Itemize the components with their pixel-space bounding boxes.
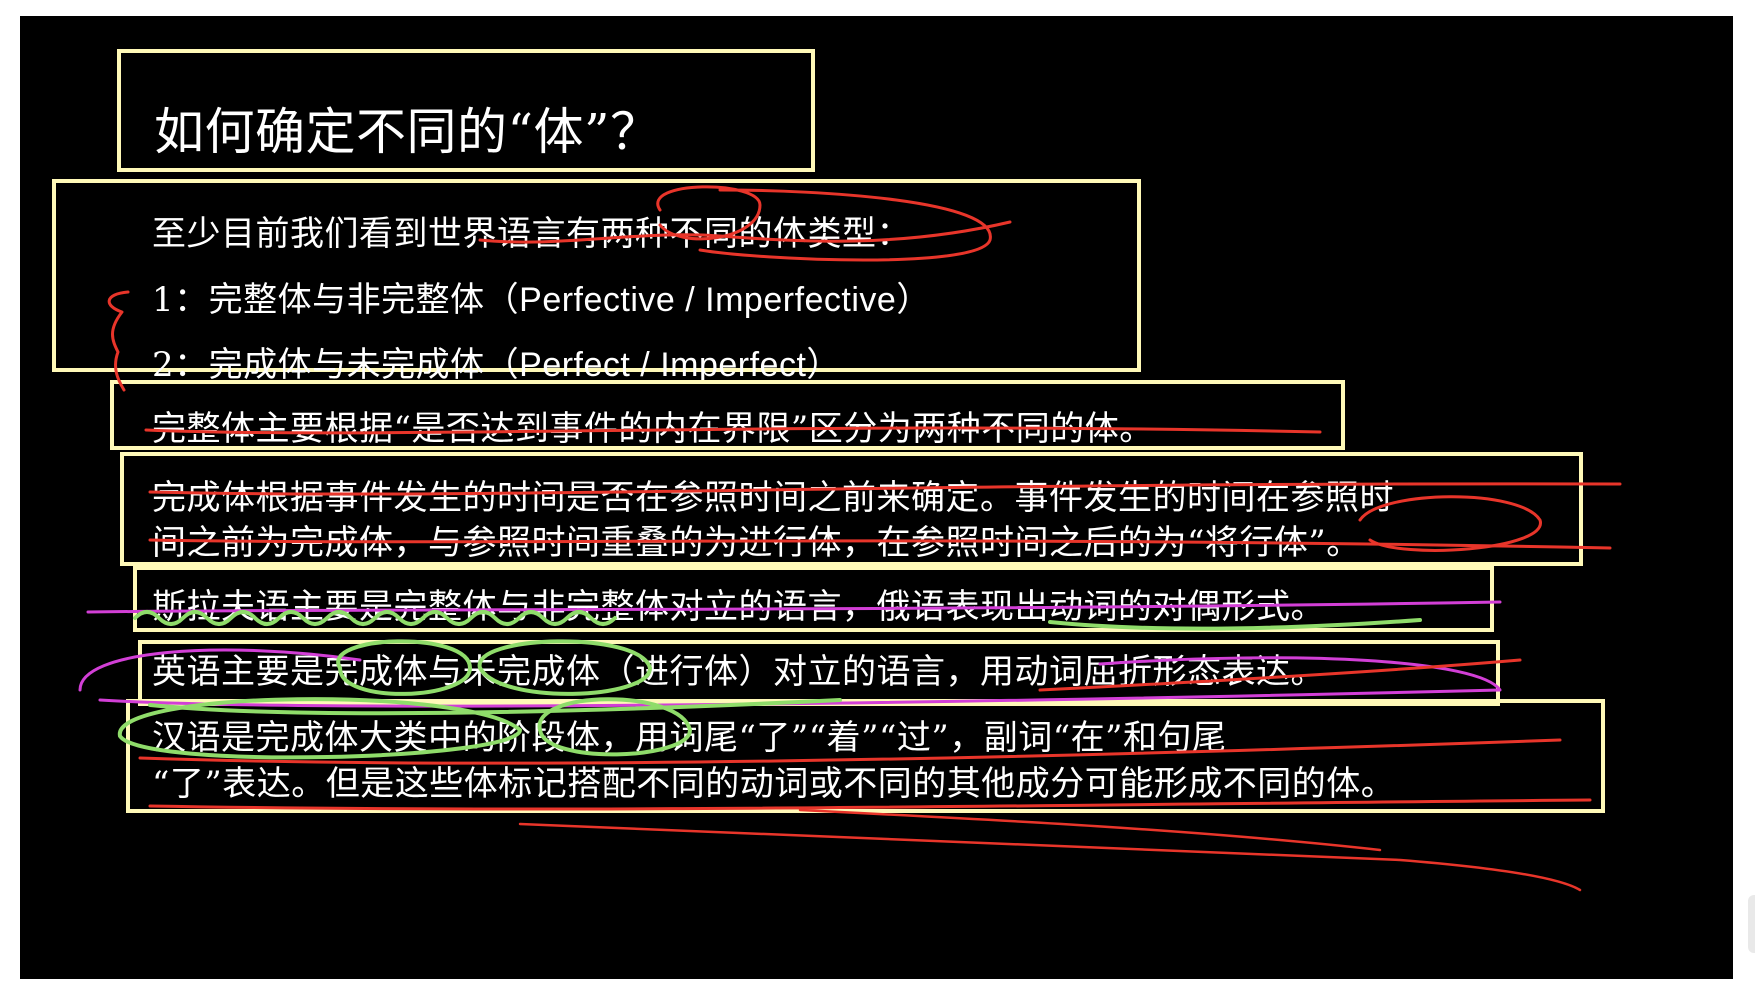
intro-line-2: 1：完整体与非完整体（Perfective / Imperfective） bbox=[152, 272, 931, 321]
intro-line-2-close: ） bbox=[896, 280, 931, 320]
intro-line-3-english: Perfect / Imperfect bbox=[519, 346, 807, 384]
intro-line-3: 2：完成体与未完成体（Perfect / Imperfect） bbox=[152, 337, 841, 386]
slide-title: 如何确定不同的“体”？ bbox=[154, 103, 661, 161]
perfect-definition-line-1: 完成体根据事件发生的时间是否在参照时间之前来确定。事件发生的时间在参照时 bbox=[152, 478, 1394, 518]
chinese-statement-line-2: “了”表达。但是这些体标记搭配不同的动词或不同的其他成分可能形成不同的体。 bbox=[152, 764, 1396, 804]
intro-line-3-close: ） bbox=[806, 345, 841, 385]
scroll-handle[interactable] bbox=[1748, 895, 1755, 953]
chinese-statement-line-1: 汉语是完成体大类中的阶段体，用词尾“了”“着”“过”，副词“在”和句尾 bbox=[152, 718, 1227, 758]
intro-line-2-english: Perfective / Imperfective bbox=[519, 281, 897, 319]
intro-line-2-label: 1：完整体与非完整体（ bbox=[152, 280, 520, 320]
perfect-definition-line-2: 间之前为完成体，与参照时间重叠的为进行体，在参照时间之后的为“将行体”。 bbox=[152, 523, 1361, 563]
intro-line-3-label: 2：完成体与未完成体（ bbox=[152, 345, 520, 385]
english-statement: 英语主要是完成体与未完成体（进行体）对立的语言，用动词屈折形态表达。 bbox=[152, 652, 1325, 692]
intro-line-1: 至少目前我们看到世界语言有两种不同的体类型： bbox=[152, 214, 911, 254]
perfective-definition: 完整体主要根据“是否达到事件的内在界限”区分为两种不同的体。 bbox=[152, 409, 1154, 449]
slavic-statement: 斯拉夫语主要是完整体与非完整体对立的语言，俄语表现出动词的对偶形式。 bbox=[152, 587, 1325, 627]
slide-canvas: 如何确定不同的“体”？ 至少目前我们看到世界语言有两种不同的体类型： 1：完整体… bbox=[20, 16, 1733, 979]
